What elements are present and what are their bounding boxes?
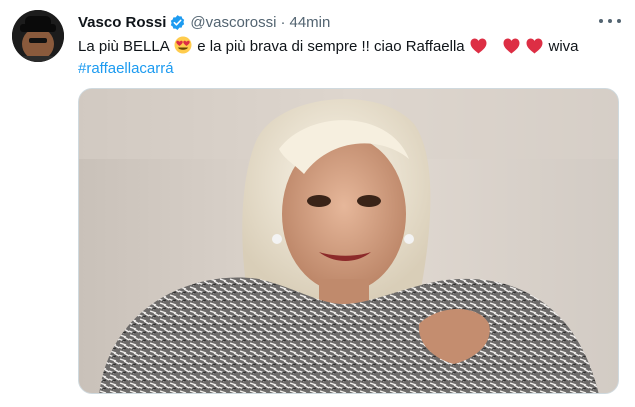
tweet-text-line-2: #raffaellacarrá (78, 58, 618, 80)
tweet-text-part-1: La più BELLA (78, 38, 169, 55)
tweet-text-part-2: e la più brava di sempre !! ciao Raffael… (197, 38, 465, 55)
avatar[interactable] (12, 10, 64, 62)
more-dot (599, 19, 603, 23)
more-options-icon[interactable] (599, 14, 621, 28)
tweet-text-part-3: wiva (548, 38, 579, 55)
heart-eyes-emoji (174, 36, 192, 54)
tweet-header: Vasco Rossi @vascorossi · 44min (78, 12, 330, 32)
tweet-media-image[interactable] (78, 88, 619, 394)
red-heart-emoji (526, 38, 543, 54)
hashtag-link[interactable]: #raffaellacarrá (78, 60, 174, 77)
red-heart-emoji (503, 38, 520, 54)
more-dot (617, 19, 621, 23)
tweet-text-line-1: La più BELLA e la più brava di sempre !!… (78, 36, 618, 58)
avatar-image (12, 10, 64, 62)
display-name[interactable]: Vasco Rossi (78, 14, 166, 31)
media-photo (79, 89, 618, 393)
more-dot (608, 19, 612, 23)
red-heart-emoji (470, 38, 487, 54)
user-handle[interactable]: @vascorossi (190, 14, 276, 31)
separator-dot: · (280, 13, 286, 31)
tweet-text: La più BELLA e la più brava di sempre !!… (78, 36, 618, 80)
verified-badge-icon (171, 14, 185, 30)
timestamp[interactable]: 44min (289, 14, 330, 31)
tweet-card[interactable]: Vasco Rossi @vascorossi · 44min La più B… (0, 0, 635, 407)
